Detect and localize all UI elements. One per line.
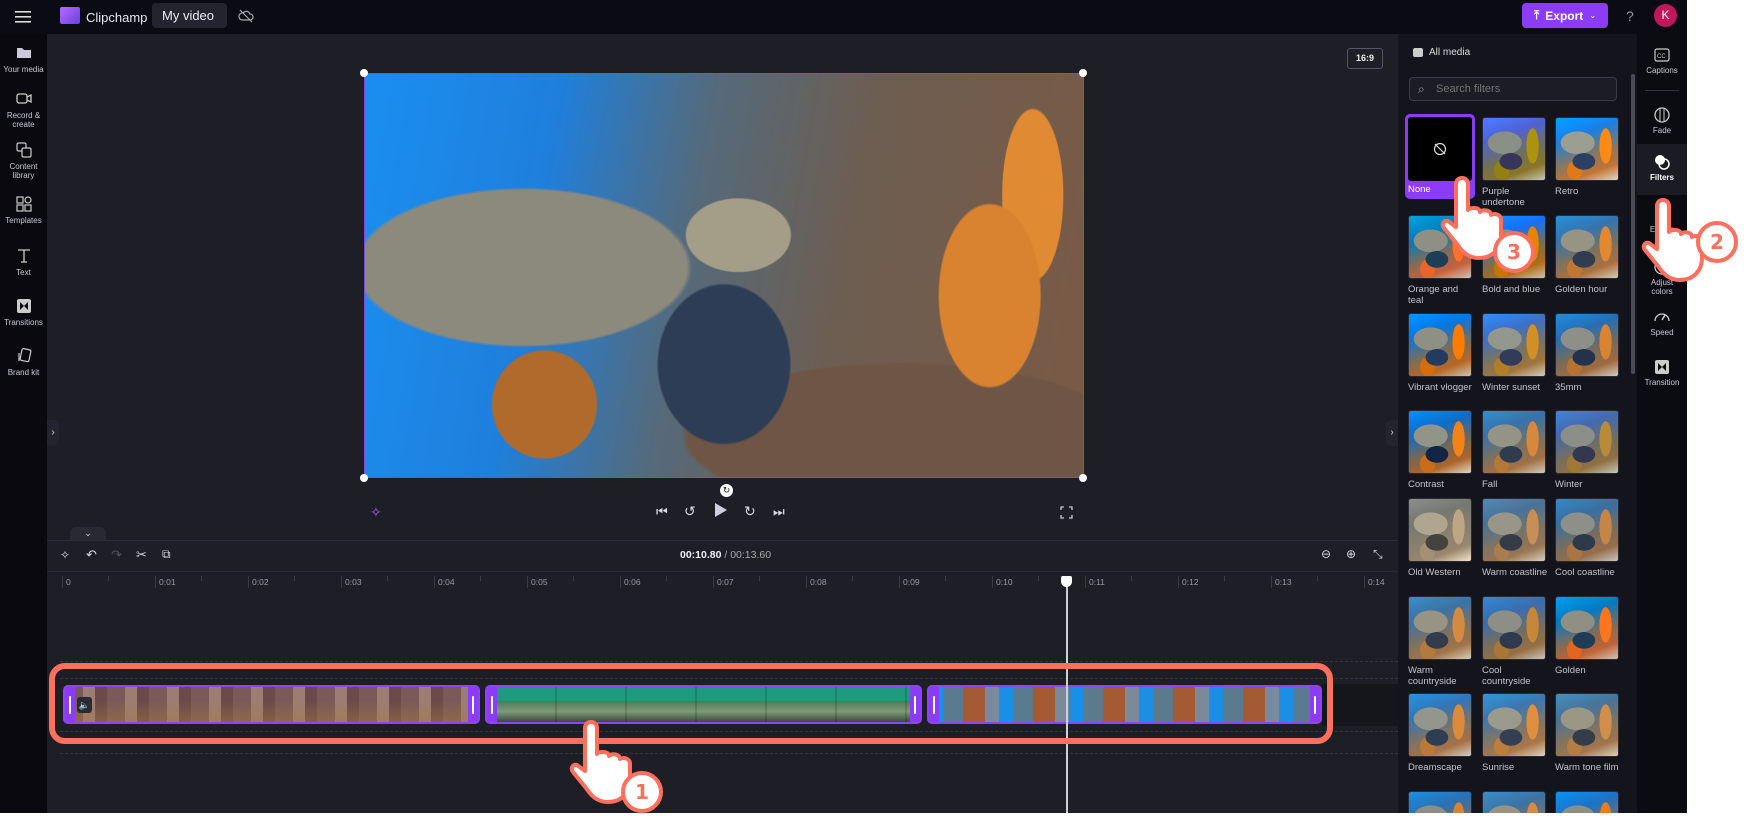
- annotation-overlay: [49, 663, 1333, 744]
- step-badge: 2: [1696, 221, 1738, 263]
- step-badge: 3: [1493, 231, 1535, 273]
- highlight-timeline-clips: [49, 663, 1333, 744]
- step-badge: 1: [621, 771, 663, 813]
